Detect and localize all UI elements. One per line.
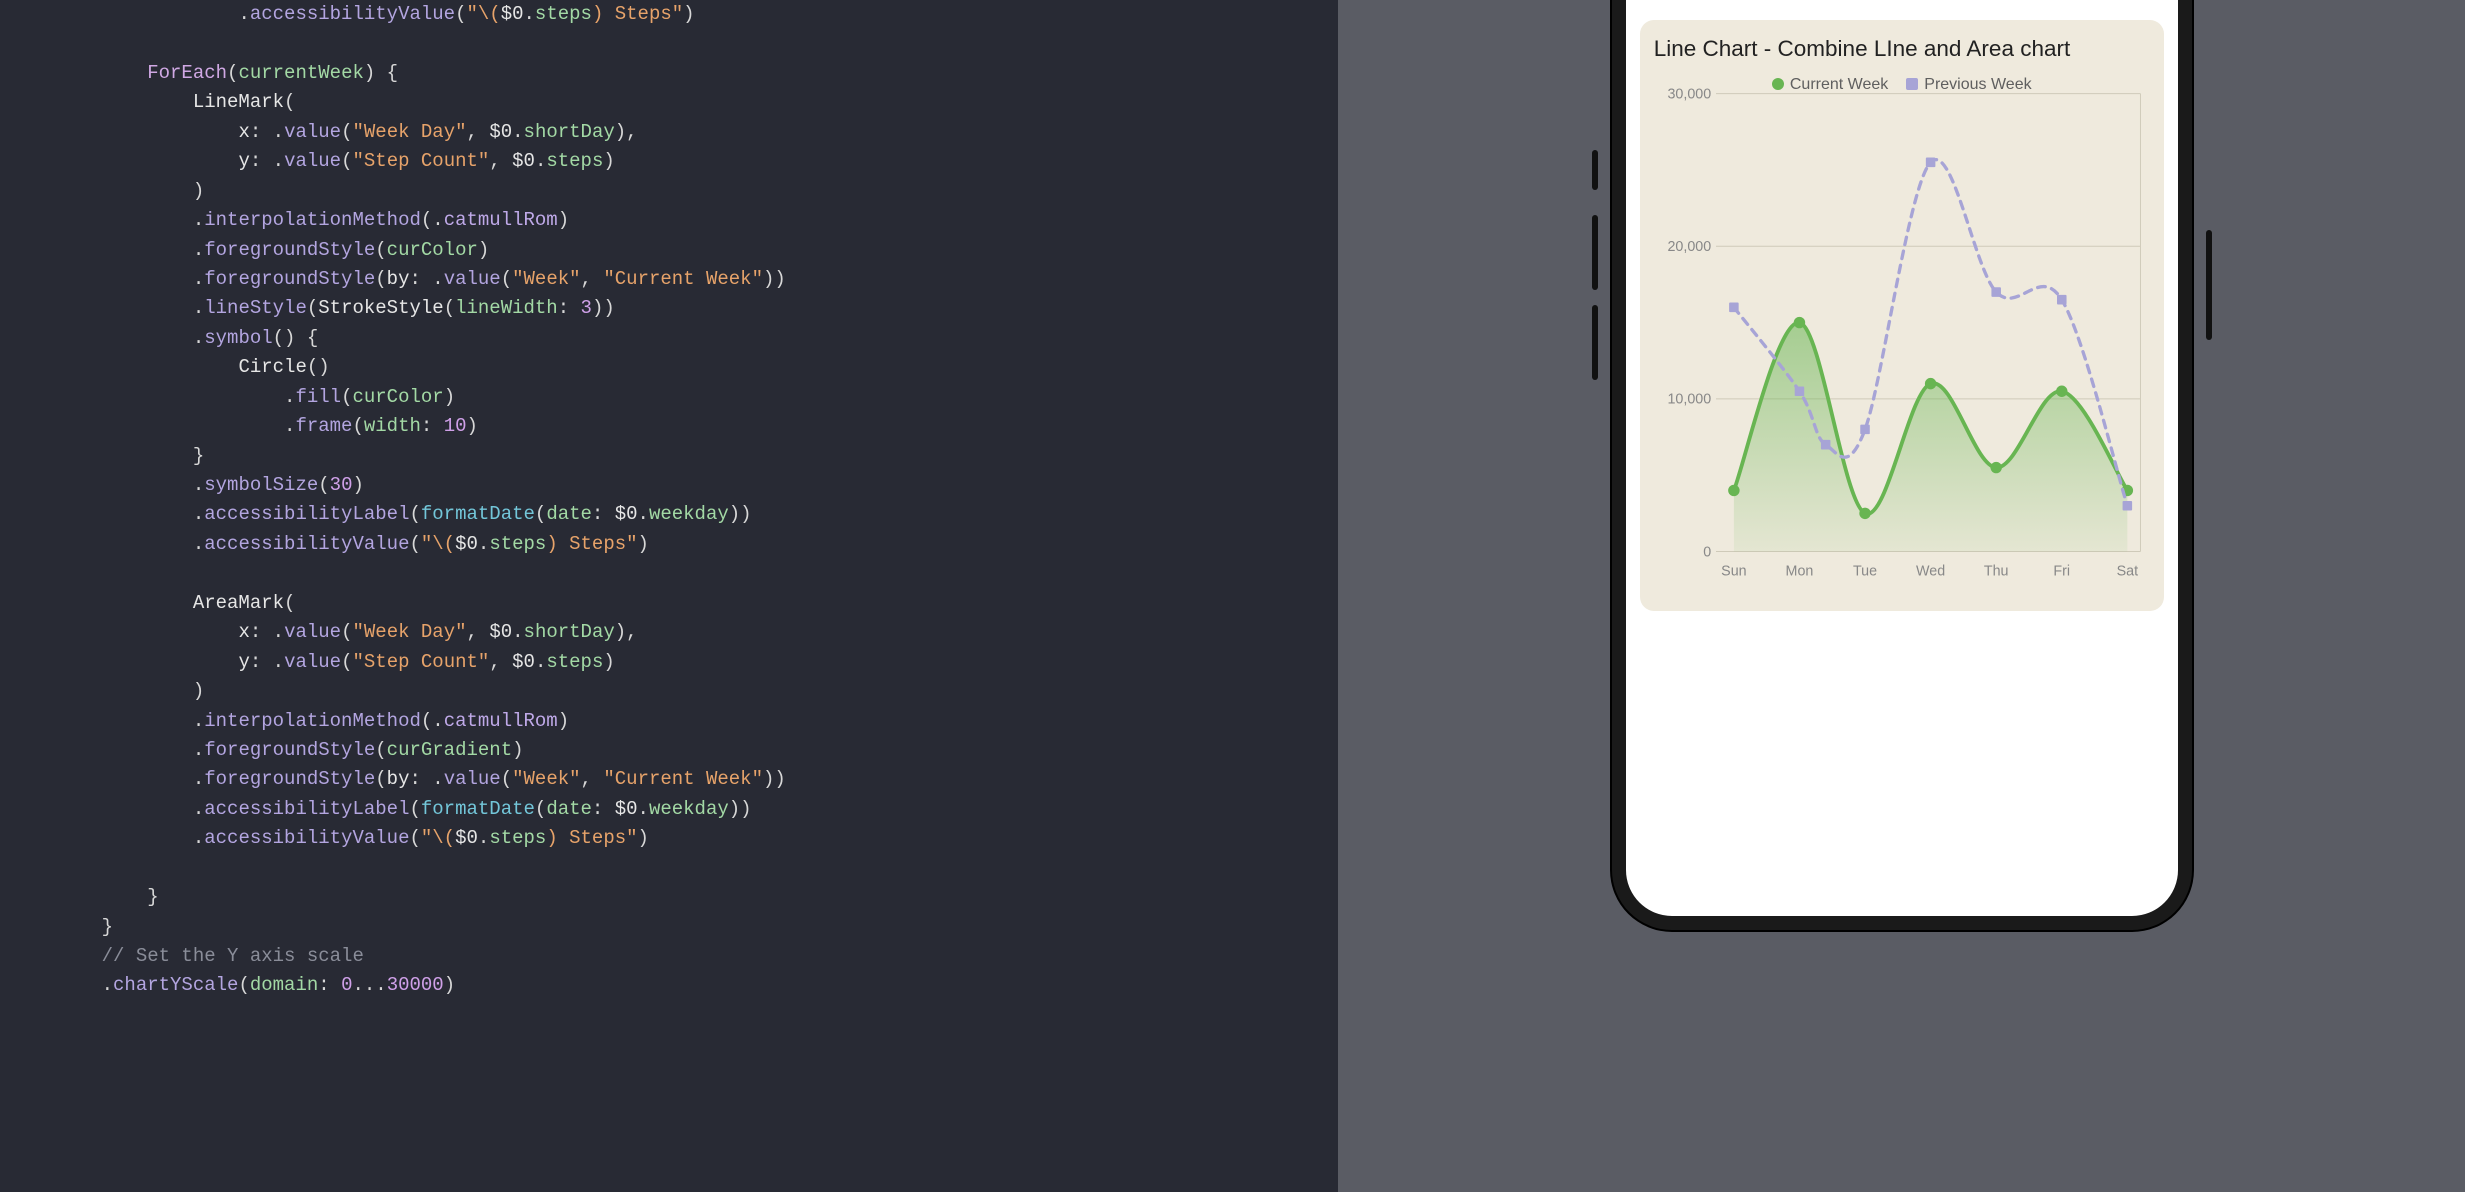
legend-previous: Previous Week — [1906, 76, 2031, 94]
svg-text:Wed: Wed — [1916, 563, 1945, 579]
svg-text:10,000: 10,000 — [1667, 392, 1711, 408]
preview-canvas: Line Chart - Combine LIne and Area chart… — [1338, 0, 2465, 1192]
legend-current-label: Current Week — [1790, 76, 1888, 93]
svg-text:20,000: 20,000 — [1667, 239, 1711, 255]
legend-previous-label: Previous Week — [1924, 76, 2031, 93]
svg-text:Sat: Sat — [2116, 563, 2137, 579]
svg-text:Tue: Tue — [1853, 563, 1877, 579]
legend-previous-swatch — [1906, 78, 1918, 90]
chart-title: Line Chart - Combine LIne and Area chart — [1654, 36, 2150, 62]
svg-text:Fri: Fri — [2053, 563, 2070, 579]
chart-legend: Current Week Previous Week — [1654, 76, 2150, 94]
chart-area: Current Week Previous Week — [1654, 72, 2150, 597]
svg-text:Sun: Sun — [1721, 563, 1746, 579]
device-volume-up — [1592, 215, 1598, 290]
svg-text:Thu: Thu — [1984, 563, 2009, 579]
chart-svg: 010,00020,00030,000SunMonTueWedThuFriSat — [1654, 72, 2150, 597]
legend-current: Current Week — [1772, 76, 1888, 94]
svg-text:Mon: Mon — [1785, 563, 1813, 579]
device-side-button — [2206, 230, 2212, 340]
chart-card: Line Chart - Combine LIne and Area chart… — [1640, 20, 2164, 611]
legend-current-swatch — [1772, 78, 1784, 90]
device-silence-switch — [1592, 150, 1598, 190]
device-volume-down — [1592, 305, 1598, 380]
code-editor[interactable]: .accessibilityValue("\($0.steps) Steps")… — [0, 0, 1338, 1192]
iphone-simulator[interactable]: Line Chart - Combine LIne and Area chart… — [1612, 0, 2192, 930]
svg-text:0: 0 — [1703, 544, 1711, 560]
